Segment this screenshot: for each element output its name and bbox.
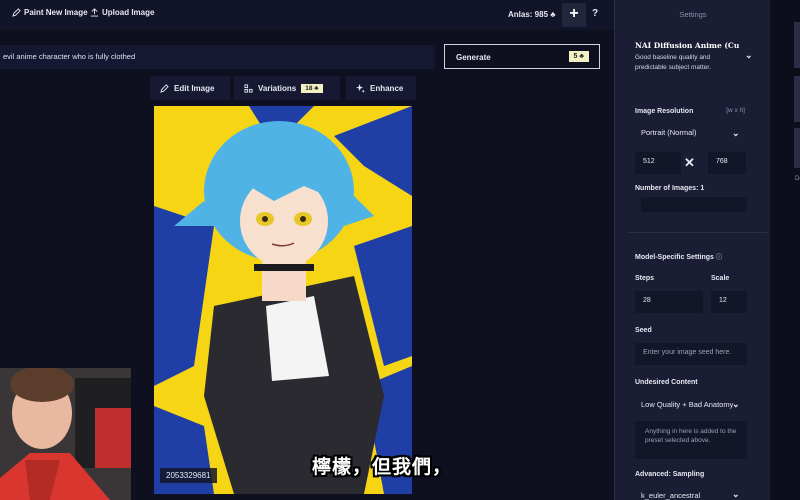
history-thumbnail[interactable] [794,76,800,122]
upload-image-label: Upload Image [102,8,155,17]
sampling-value: k_euler_ancestral [641,491,701,500]
variations-cost: 18 [305,84,313,92]
undesired-content-label: Undesired Content [635,379,698,386]
generate-button[interactable]: Generate 5 ♣ [444,44,600,69]
model-specific-settings-label: Model-Specific Settings ⓘ [635,252,722,261]
paint-new-image-label: Paint New Image [24,8,88,17]
steps-input[interactable]: 28 [635,291,703,313]
prompt-input[interactable]: evil anime character who is fully clothe… [0,45,435,69]
model-description: Good baseline quality and predictable su… [635,54,711,71]
height-input[interactable]: 768 [708,152,746,174]
webcam-person-image [0,368,131,500]
edit-image-label: Edit Image [174,83,215,93]
sampling-select[interactable]: k_euler_ancestral [635,486,733,500]
anlas-icon: ♣ [314,84,319,92]
sparkle-icon [356,83,365,93]
paint-new-image-button[interactable]: Paint New Image [12,8,88,17]
generate-label: Generate [456,53,491,62]
webcam-overlay [0,368,131,500]
undesired-content-textarea[interactable]: Anything in here is added to the preset … [635,421,747,459]
upload-image-button[interactable]: Upload Image [90,8,154,17]
width-input[interactable]: 512 [635,152,681,174]
settings-panel: Settings NAI Diffusion Anime (Curated) ⌄… [614,0,770,500]
history-thumbnail[interactable] [794,128,800,168]
model-specific-settings-text: Model-Specific Settings [635,254,714,261]
variations-button[interactable]: Variations 18 ♣ [234,76,340,100]
info-icon[interactable]: ⓘ [716,255,722,261]
resolution-select[interactable]: Portrait (Normal) [635,122,761,144]
history-text: De [795,176,800,182]
video-subtitle: 檸檬，但我們， [312,457,453,478]
settings-divider [627,232,767,233]
undesired-content-value: Low Quality + Bad Anatomy [641,400,734,409]
pencil-icon [12,8,21,17]
enhance-label: Enhance [370,83,404,93]
anlas-icon: ♣ [550,10,556,19]
help-button[interactable]: ? [592,8,598,19]
scale-label: Scale [711,275,730,282]
pencil-icon [160,83,169,93]
sampling-chevron-down-icon[interactable]: ⌄ [732,489,740,500]
add-button[interactable]: + [562,3,586,27]
anlas-text: Anlas: 985 [508,10,549,19]
generate-cost-badge: 5 ♣ [568,51,589,62]
variations-icon [244,83,253,93]
history-panel-edge [770,0,800,500]
upload-icon [90,8,99,17]
model-chevron-down-icon[interactable]: ⌄ [745,50,753,61]
number-of-images-label: Number of Images: 1 [635,185,705,192]
image-seed-badge[interactable]: 2053329681 [160,468,217,483]
anime-character-illustration [154,106,412,494]
advanced-sampling-label: Advanced: Sampling [635,471,705,478]
anlas-balance: Anlas: 985 ♣ [508,10,556,19]
settings-title: Settings [679,10,707,19]
dimension-swap-icon[interactable]: ✕ [684,155,695,171]
variations-label: Variations [258,83,297,93]
undesired-content-select[interactable]: Low Quality + Bad Anatomy [635,394,735,416]
resolution-value: Portrait (Normal) [641,128,697,137]
enhance-button[interactable]: Enhance [346,76,416,100]
undesired-chevron-down-icon[interactable]: ⌄ [732,399,740,410]
edit-image-button[interactable]: Edit Image [150,76,230,100]
resolution-label: Image Resolution [635,108,694,115]
number-of-images-slider[interactable] [641,197,747,212]
history-thumbnail[interactable] [794,22,800,68]
anlas-icon: ♣ [579,53,584,60]
steps-label: Steps [635,275,655,282]
generated-image[interactable] [154,106,412,494]
seed-label: Seed [635,327,652,334]
resolution-dims-hint: [w x h] [726,107,745,114]
scale-input[interactable]: 12 [711,291,747,313]
seed-input[interactable]: Enter your image seed here. [635,343,747,365]
resolution-chevron-down-icon[interactable]: ⌄ [732,128,740,139]
top-bar: Paint New Image Upload Image Anlas: 985 … [0,0,614,30]
generate-cost: 5 [573,53,578,60]
variations-cost-badge: 18 ♣ [301,83,323,93]
model-name[interactable]: NAI Diffusion Anime (Curated) [635,41,739,50]
